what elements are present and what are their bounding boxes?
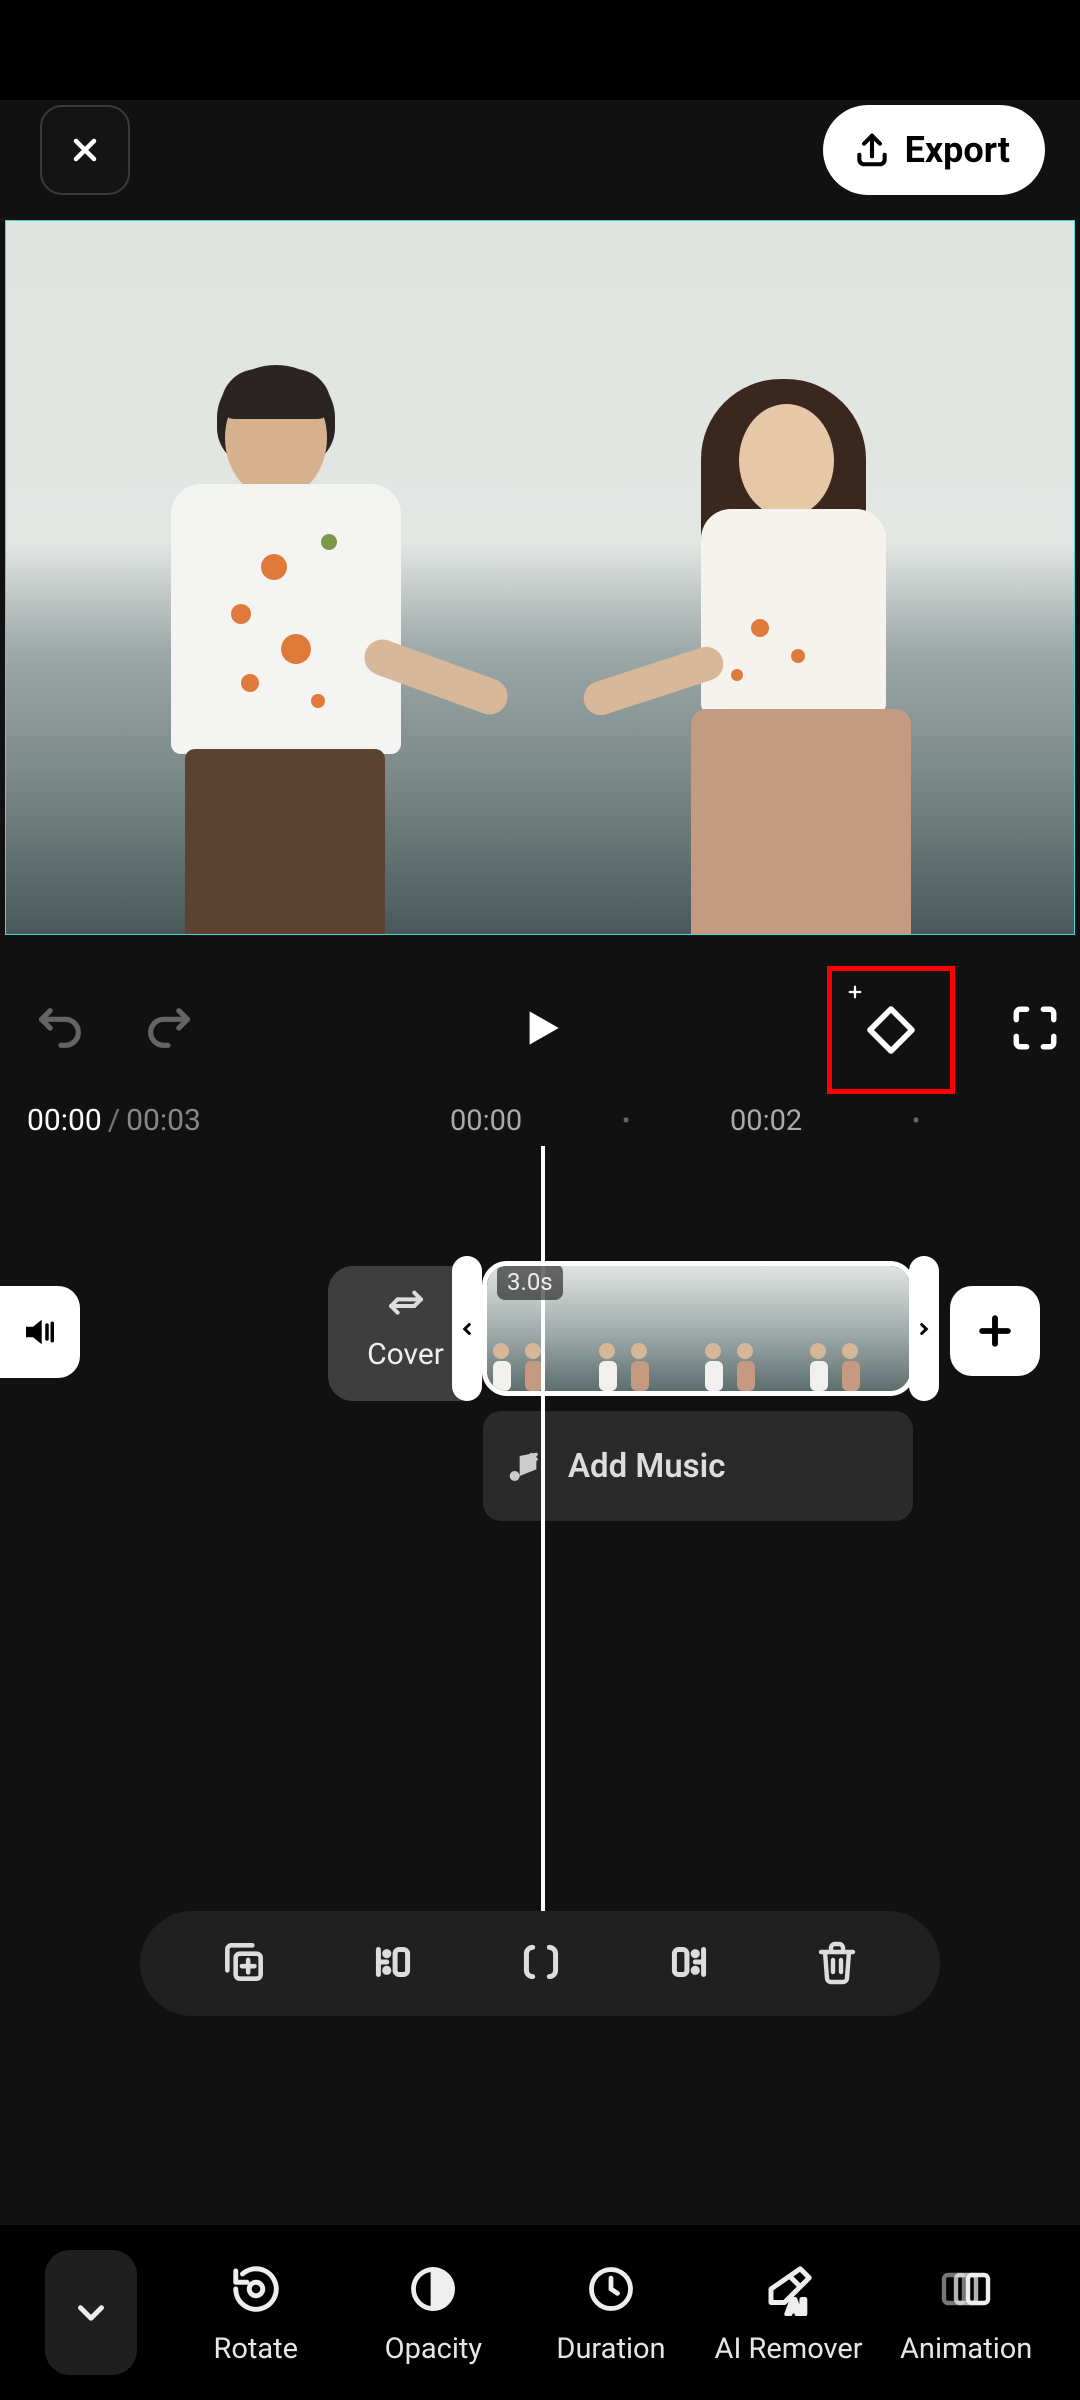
duplicate-button[interactable] xyxy=(219,1937,269,1991)
tool-label: Animation xyxy=(900,2332,1032,2366)
redo-button[interactable] xyxy=(142,1002,194,1058)
preview-figure xyxy=(171,369,431,934)
delete-button[interactable] xyxy=(813,1938,861,1990)
preview-figure xyxy=(691,379,941,934)
rotate-icon xyxy=(229,2262,283,2316)
clip-tools-bar xyxy=(140,1911,940,2016)
fullscreen-icon xyxy=(1010,1003,1060,1053)
close-button[interactable] xyxy=(40,105,130,195)
close-icon xyxy=(67,132,103,168)
trash-icon xyxy=(813,1938,861,1986)
video-clip[interactable]: 3.0s xyxy=(482,1261,915,1396)
chevron-down-icon xyxy=(70,2292,112,2334)
ruler-dot: • xyxy=(912,1107,920,1135)
animation-icon xyxy=(938,2262,994,2316)
add-music-label: Add Music xyxy=(568,1447,725,1486)
timeline[interactable]: Cover 3.0s xyxy=(0,1146,1080,2016)
ruler-dot: • xyxy=(622,1107,630,1135)
rotate-tool[interactable]: Rotate xyxy=(167,2260,345,2366)
clock-icon xyxy=(585,2263,637,2315)
ruler-tick: 00:02 xyxy=(730,1104,802,1138)
play-icon xyxy=(515,1003,565,1053)
clip-trim-right[interactable] xyxy=(909,1256,939,1401)
chevron-right-icon xyxy=(915,1314,933,1344)
fullscreen-button[interactable] xyxy=(1010,1003,1060,1057)
export-button[interactable]: Export xyxy=(823,105,1045,195)
plus-icon xyxy=(846,983,864,1001)
music-icon xyxy=(503,1446,543,1486)
swap-icon xyxy=(386,1286,426,1326)
plus-icon xyxy=(973,1309,1017,1353)
time-display: 00:00 / 00:03 00:00 • 00:02 • xyxy=(0,1095,1080,1146)
split-right-button[interactable] xyxy=(664,1937,714,1991)
split-button[interactable] xyxy=(516,1937,566,1991)
split-left-icon xyxy=(368,1937,418,1987)
undo-icon xyxy=(35,1002,87,1054)
ruler-tick: 00:00 xyxy=(450,1104,522,1138)
keyframe-icon xyxy=(863,1002,919,1058)
playback-controls xyxy=(0,935,1080,1095)
undo-button[interactable] xyxy=(35,1002,87,1058)
export-label: Export xyxy=(905,129,1010,171)
tool-label: Opacity xyxy=(385,2332,482,2366)
cover-label: Cover xyxy=(367,1337,444,1372)
tool-label: Duration xyxy=(556,2332,665,2366)
add-clip-button[interactable] xyxy=(950,1286,1040,1376)
clip-trim-left[interactable] xyxy=(452,1256,482,1401)
ai-remover-tool[interactable]: AI AI Remover xyxy=(700,2260,878,2366)
split-right-icon xyxy=(664,1937,714,1987)
duplicate-icon xyxy=(219,1937,269,1987)
tool-bar: Rotate Opacity Duration AI AI Remover An… xyxy=(0,2225,1080,2400)
chevron-left-icon xyxy=(458,1314,476,1344)
tool-label: AI Remover xyxy=(715,2332,863,2366)
svg-text:AI: AI xyxy=(786,2294,806,2315)
collapse-button[interactable] xyxy=(45,2250,137,2375)
tool-label: Rotate xyxy=(214,2332,299,2366)
play-button[interactable] xyxy=(515,1003,565,1057)
export-icon xyxy=(853,131,891,169)
video-preview[interactable] xyxy=(5,220,1075,935)
add-keyframe-button[interactable] xyxy=(827,966,955,1094)
animation-tool[interactable]: Animation xyxy=(877,2260,1055,2366)
split-icon xyxy=(516,1937,566,1987)
time-separator: / xyxy=(108,1103,120,1138)
total-time: 00:03 xyxy=(126,1103,201,1138)
redo-icon xyxy=(142,1002,194,1054)
split-left-button[interactable] xyxy=(368,1937,418,1991)
top-bar: Export xyxy=(0,100,1080,200)
current-time: 00:00 xyxy=(27,1103,102,1138)
sound-toggle-button[interactable] xyxy=(0,1286,80,1378)
status-bar xyxy=(0,0,1080,100)
speaker-icon xyxy=(19,1311,61,1353)
video-editor: Export xyxy=(0,100,1080,2400)
duration-tool[interactable]: Duration xyxy=(522,2260,700,2366)
opacity-tool[interactable]: Opacity xyxy=(345,2260,523,2366)
clip-duration-badge: 3.0s xyxy=(497,1264,563,1300)
add-music-button[interactable]: Add Music xyxy=(483,1411,913,1521)
eraser-icon: AI xyxy=(762,2262,816,2316)
opacity-icon xyxy=(407,2263,459,2315)
